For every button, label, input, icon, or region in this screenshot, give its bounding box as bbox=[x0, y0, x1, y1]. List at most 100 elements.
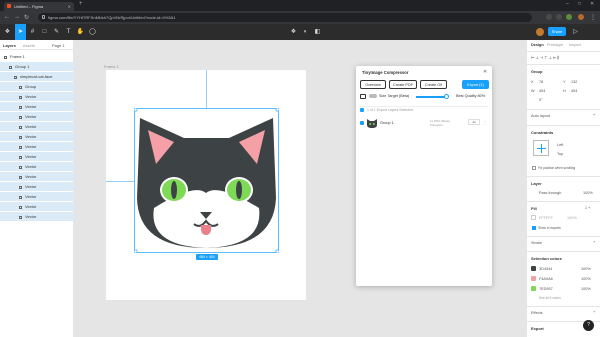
share-button[interactable]: Share bbox=[548, 27, 566, 36]
resize-handle[interactable] bbox=[275, 249, 279, 253]
constraint-vertical[interactable]: Top bbox=[557, 152, 563, 156]
figma-menu-icon[interactable]: ❖ bbox=[2, 24, 13, 40]
fix-position-checkbox[interactable] bbox=[532, 166, 536, 170]
browser-menu-icon[interactable]: ⋮ bbox=[590, 14, 596, 21]
fill-hex-field[interactable]: FFFFFF bbox=[539, 216, 553, 220]
extension-icon[interactable] bbox=[546, 14, 552, 20]
text-tool-icon[interactable]: T bbox=[63, 24, 74, 40]
color-opacity[interactable]: 100% bbox=[581, 267, 591, 271]
shape-tool-icon[interactable]: □ bbox=[39, 24, 50, 40]
constraint-horizontal[interactable]: Left bbox=[557, 143, 563, 147]
color-opacity[interactable]: 100% bbox=[581, 287, 591, 291]
export-button[interactable]: Export (1) bbox=[462, 80, 489, 89]
tab-prototype[interactable]: Prototype bbox=[547, 43, 563, 47]
hand-tool-icon[interactable]: ✋ bbox=[75, 24, 86, 40]
new-tab-button[interactable]: + bbox=[79, 1, 83, 7]
plugin-close-icon[interactable]: ✕ bbox=[483, 69, 487, 75]
maximize-button[interactable]: □ bbox=[578, 1, 581, 7]
layer-row[interactable]: Vector bbox=[0, 202, 74, 211]
reload-icon[interactable]: ↻ bbox=[24, 14, 29, 21]
size-target-toggle[interactable] bbox=[369, 94, 377, 98]
layer-row[interactable]: Vector bbox=[0, 92, 74, 101]
resize-handle[interactable] bbox=[134, 108, 138, 112]
color-opacity[interactable]: 100% bbox=[581, 277, 591, 281]
tab-assets[interactable]: Assets bbox=[23, 43, 35, 48]
layer-row[interactable]: Vector bbox=[0, 122, 74, 131]
overview-button[interactable]: Overview bbox=[360, 80, 386, 89]
layer-row[interactable]: Vector bbox=[0, 162, 74, 171]
layer-row[interactable]: Group 1 bbox=[0, 62, 74, 71]
resize-handle[interactable] bbox=[275, 108, 279, 112]
add-effect-icon[interactable]: + bbox=[593, 310, 595, 314]
canvas[interactable]: Frame 1 454 × 454 TinyImage Compressor ✕… bbox=[74, 40, 526, 337]
component-icon[interactable]: ❖ bbox=[288, 24, 299, 40]
frame-tool-icon[interactable]: # bbox=[27, 24, 38, 40]
item-more-icon[interactable]: ⋮ bbox=[483, 120, 487, 125]
settings-icon[interactable] bbox=[360, 94, 366, 99]
h-field[interactable]: 454 bbox=[571, 89, 577, 93]
resize-handle[interactable] bbox=[134, 249, 138, 253]
extension-icon[interactable] bbox=[566, 14, 572, 20]
w-field[interactable]: 454 bbox=[539, 89, 545, 93]
x-field[interactable]: 78 bbox=[539, 80, 543, 84]
page-selector[interactable]: Page 1 bbox=[52, 43, 65, 48]
present-icon[interactable]: ▷ bbox=[570, 24, 581, 40]
show-exports-checkbox[interactable] bbox=[532, 226, 536, 230]
select-all-checkbox[interactable] bbox=[360, 108, 364, 112]
layer-row[interactable]: Vector bbox=[0, 132, 74, 141]
blend-mode-select[interactable]: Pass through bbox=[539, 191, 561, 195]
forward-icon[interactable]: → bbox=[14, 14, 20, 20]
layer-row[interactable]: Vector bbox=[0, 112, 74, 121]
tab-inspect[interactable]: Inspect bbox=[569, 43, 581, 47]
close-window-button[interactable]: ✕ bbox=[590, 1, 594, 7]
help-button[interactable]: ? bbox=[583, 320, 594, 331]
fill-opacity-field[interactable]: 100% bbox=[567, 216, 577, 220]
layer-row[interactable]: Vector bbox=[0, 152, 74, 161]
user-avatar[interactable] bbox=[536, 28, 544, 36]
frame-label[interactable]: Frame 1 bbox=[104, 64, 119, 69]
layer-row[interactable]: Group bbox=[0, 82, 74, 91]
layer-row[interactable]: Vector bbox=[0, 182, 74, 191]
frame-1[interactable]: 454 × 454 bbox=[106, 70, 306, 300]
zoom-level[interactable] bbox=[582, 24, 593, 40]
fill-swatch[interactable] bbox=[531, 215, 536, 220]
tab-layers[interactable]: Layers bbox=[3, 43, 16, 48]
url-field[interactable]: figma.com/file/YYHf7RFSnMNsh7QpVNrRjpor/… bbox=[38, 13, 532, 22]
tab-design[interactable]: Design bbox=[531, 43, 544, 47]
boolean-icon[interactable]: ◧ bbox=[312, 24, 323, 40]
cat-face-illustration[interactable] bbox=[134, 108, 279, 253]
tab-close-icon[interactable]: ✕ bbox=[68, 4, 71, 9]
rotation-field[interactable]: 0° bbox=[539, 98, 543, 102]
y-field[interactable]: 132 bbox=[571, 80, 577, 84]
color-hex[interactable]: F4A0A6 bbox=[539, 277, 553, 281]
minimize-button[interactable]: – bbox=[566, 1, 569, 7]
color-hex[interactable]: 7ED957 bbox=[539, 287, 553, 291]
color-swatch[interactable] bbox=[531, 266, 536, 271]
add-auto-layout-icon[interactable]: + bbox=[593, 113, 595, 117]
color-swatch[interactable] bbox=[531, 276, 536, 281]
quality-slider[interactable] bbox=[416, 96, 446, 98]
profile-avatar-icon[interactable] bbox=[578, 14, 584, 20]
layer-row[interactable]: simplecat-cat-face bbox=[0, 72, 74, 81]
add-stroke-icon[interactable]: + bbox=[593, 240, 595, 244]
layer-row[interactable]: Vector bbox=[0, 192, 74, 201]
color-hex[interactable]: 3D4344 bbox=[539, 267, 552, 271]
extension-icon[interactable] bbox=[556, 14, 562, 20]
fill-style-icon[interactable]: ⁞⁞ + bbox=[585, 206, 590, 210]
move-tool-icon[interactable]: ➤ bbox=[15, 24, 26, 40]
constraint-widget[interactable] bbox=[533, 140, 549, 156]
align-tools[interactable]: ⊢ ⊥ ⊣ ⊤ ⊥ ⊨ ⫼ bbox=[531, 55, 559, 60]
scale-select[interactable]: 1x bbox=[468, 119, 480, 125]
opacity-field[interactable]: 100% bbox=[583, 191, 593, 195]
comment-tool-icon[interactable]: ◯ bbox=[87, 24, 98, 40]
see-all-colors-link[interactable]: See all 6 colors bbox=[539, 296, 561, 300]
layer-row[interactable]: Frame 1 bbox=[0, 52, 74, 61]
color-swatch[interactable] bbox=[531, 286, 536, 291]
layer-row[interactable]: Vector bbox=[0, 172, 74, 181]
browser-tab[interactable]: Untitled – Figma ✕ bbox=[4, 2, 74, 11]
quality-slider-thumb[interactable] bbox=[444, 94, 449, 99]
create-pdf-button[interactable]: Create PDF bbox=[389, 80, 417, 89]
item-checkbox[interactable] bbox=[360, 121, 364, 125]
pen-tool-icon[interactable]: ✎ bbox=[51, 24, 62, 40]
layer-row[interactable]: Vector bbox=[0, 212, 74, 221]
